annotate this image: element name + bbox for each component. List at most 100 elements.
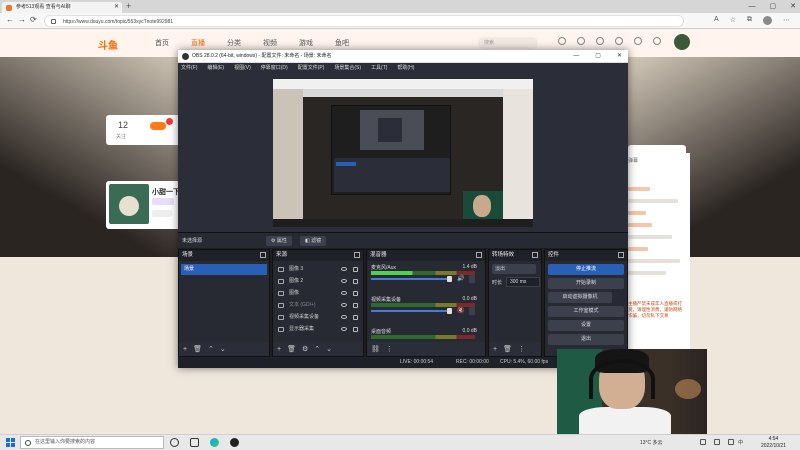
volume-icon[interactable] — [728, 439, 734, 445]
volume-slider[interactable] — [371, 278, 449, 280]
nav-item-home[interactable]: 首页 — [155, 38, 169, 48]
dock-float-icon[interactable] — [354, 252, 360, 258]
exit-button[interactable]: 退出 — [548, 334, 624, 345]
more-menu-icon[interactable]: ⋯ — [783, 16, 790, 25]
edge-browser-icon[interactable] — [210, 438, 219, 447]
history-icon[interactable] — [558, 37, 566, 45]
menu-scene-collection[interactable]: 场景集合(S) — [334, 63, 361, 74]
notification-icon[interactable] — [615, 37, 623, 45]
volume-slider[interactable] — [371, 310, 449, 312]
user-avatar[interactable] — [674, 34, 690, 50]
settings-button[interactable]: 设置 — [548, 320, 624, 331]
source-row[interactable]: 显示器采集 — [275, 324, 361, 335]
obs-minimize-button[interactable]: — — [573, 50, 579, 63]
back-button[interactable]: ← — [6, 15, 14, 24]
message-icon[interactable] — [596, 37, 604, 45]
dock-float-icon[interactable] — [532, 252, 538, 258]
remove-source-button[interactable]: 🗑 — [287, 345, 296, 353]
maximize-button[interactable]: ▢ — [770, 0, 777, 13]
obs-taskbar-icon[interactable] — [230, 438, 239, 447]
dock-float-icon[interactable] — [618, 252, 624, 258]
cortana-icon[interactable] — [170, 438, 179, 447]
virtual-camera-button[interactable]: 启动虚拟摄像机 — [548, 292, 612, 303]
scene-item[interactable]: 场景 — [181, 264, 267, 275]
mute-icon[interactable]: 🔇 — [457, 307, 464, 314]
source-row[interactable]: 图像 2 — [275, 276, 361, 287]
location-icon[interactable] — [653, 37, 661, 45]
mixer-menu-button[interactable]: ⋮ — [386, 345, 393, 353]
source-row[interactable]: 文本 (GDI+) — [275, 300, 361, 311]
visibility-eye-icon[interactable] — [341, 327, 347, 331]
reload-button[interactable]: ⟳ — [30, 15, 37, 24]
channel-menu-button[interactable] — [469, 307, 475, 315]
browser-tab[interactable]: 参考513观看 查看与AI聊 ✕ — [2, 2, 122, 13]
ime-indicator[interactable]: 中 — [738, 435, 743, 450]
studio-mode-button[interactable]: 工作室模式 — [548, 306, 624, 317]
stop-streaming-button[interactable]: 停止推流 — [548, 264, 624, 275]
properties-button[interactable]: ⚙ 属性 — [266, 236, 292, 246]
menu-help[interactable]: 帮助(H) — [397, 63, 414, 74]
visibility-eye-icon[interactable] — [341, 303, 347, 307]
close-button[interactable]: ✕ — [790, 0, 796, 13]
menu-docks[interactable]: 停靠窗口(D) — [261, 63, 288, 74]
obs-close-button[interactable]: ✕ — [617, 50, 622, 63]
site-logo[interactable]: 斗鱼 — [98, 37, 118, 52]
dock-float-icon[interactable] — [476, 252, 482, 258]
scene-down-button[interactable]: ⌄ — [220, 345, 226, 353]
advanced-audio-button[interactable]: ⛓ — [371, 345, 380, 353]
network-icon[interactable] — [714, 439, 720, 445]
lock-icon[interactable] — [353, 327, 358, 332]
channel-menu-button[interactable] — [469, 275, 475, 283]
url-input[interactable]: https://www.douyu.com/topic/553sycTnote9… — [44, 15, 684, 27]
follow-icon[interactable] — [577, 37, 585, 45]
nav-item-live[interactable]: 直播 — [191, 38, 205, 48]
volume-slider-thumb[interactable] — [447, 276, 452, 282]
tray-chevron-icon[interactable] — [700, 439, 706, 445]
menu-file[interactable]: 文件(F) — [181, 63, 197, 74]
source-row[interactable]: 视频采集设备 — [275, 312, 361, 323]
site-search-input[interactable]: 搜索 — [478, 37, 538, 49]
tab-close-icon[interactable]: ✕ — [114, 2, 119, 13]
visibility-eye-icon[interactable] — [341, 291, 347, 295]
profile-avatar[interactable] — [763, 16, 772, 25]
lock-icon[interactable] — [353, 267, 358, 272]
weather-widget[interactable]: 13°C 多云 — [640, 435, 663, 450]
add-transition-button[interactable]: + — [493, 346, 497, 353]
nav-item-video[interactable]: 视频 — [263, 38, 277, 48]
task-view-icon[interactable] — [190, 438, 199, 447]
start-button[interactable] — [6, 438, 15, 447]
download-icon[interactable] — [634, 37, 642, 45]
source-down-button[interactable]: ⌄ — [326, 345, 332, 353]
menu-view[interactable]: 视图(V) — [234, 63, 251, 74]
source-settings-button[interactable]: ⚙ — [302, 345, 308, 353]
menu-edit[interactable]: 编辑(E) — [207, 63, 224, 74]
follow-card[interactable]: 12 关注 — [106, 115, 180, 145]
minimize-button[interactable]: — — [749, 0, 756, 13]
menu-profile[interactable]: 配置文件(P) — [298, 63, 325, 74]
nav-item-category[interactable]: 分类 — [227, 38, 241, 48]
nav-item-yuba[interactable]: 鱼吧 — [335, 38, 349, 48]
visibility-eye-icon[interactable] — [341, 279, 347, 283]
duration-input[interactable]: 300 ms — [506, 277, 540, 287]
lock-icon[interactable] — [353, 315, 358, 320]
visibility-eye-icon[interactable] — [341, 315, 347, 319]
collections-icon[interactable]: ⧉ — [747, 16, 752, 25]
menu-tools[interactable]: 工具(T) — [371, 63, 387, 74]
volume-slider-thumb[interactable] — [447, 308, 452, 314]
transition-menu-button[interactable]: ⋮ — [518, 345, 525, 353]
lock-icon[interactable] — [353, 303, 358, 308]
read-aloud-icon[interactable]: A — [714, 16, 719, 25]
filters-button[interactable]: ◧ 滤镜 — [300, 236, 327, 246]
obs-maximize-button[interactable]: ▢ — [595, 50, 601, 63]
add-source-button[interactable]: + — [277, 346, 281, 353]
taskbar-search-input[interactable]: 在这里输入你要搜索的内容 — [20, 436, 164, 449]
anchor-avatar[interactable] — [109, 184, 149, 224]
taskbar-clock[interactable]: 4:54 2022/10/21 — [761, 436, 786, 450]
source-row[interactable]: 图像 3 — [275, 264, 361, 275]
lock-icon[interactable] — [353, 291, 358, 296]
new-tab-button[interactable]: + — [126, 1, 131, 11]
obs-preview-canvas[interactable] — [273, 79, 533, 227]
nav-item-game[interactable]: 游戏 — [299, 38, 313, 48]
dock-float-icon[interactable] — [260, 252, 266, 258]
source-up-button[interactable]: ⌃ — [314, 345, 320, 353]
